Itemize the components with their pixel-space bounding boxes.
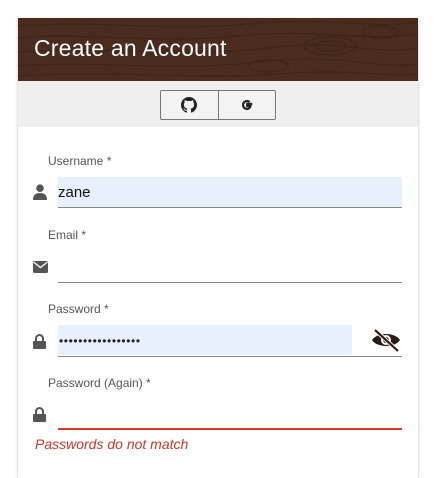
envelope-icon xyxy=(33,261,48,273)
username-label: Username * xyxy=(48,154,112,168)
lock-icon xyxy=(33,407,46,422)
create-account-card: Create an Account Username * zane Email … xyxy=(18,18,418,478)
github-signin-button[interactable] xyxy=(161,91,218,119)
password-label: Password * xyxy=(48,302,109,316)
username-underline xyxy=(58,207,402,208)
google-signin-button[interactable] xyxy=(217,91,276,119)
oauth-button-group xyxy=(160,90,276,120)
user-icon xyxy=(33,184,47,200)
password-underline xyxy=(58,356,402,357)
password-value: ••••••••••••••••• xyxy=(59,334,141,348)
email-label: Email * xyxy=(48,228,87,242)
password-mismatch-error: Passwords do not match xyxy=(35,436,189,452)
oauth-bar xyxy=(18,81,418,127)
email-field[interactable] xyxy=(58,252,402,282)
password-again-field[interactable] xyxy=(58,399,402,429)
google-icon xyxy=(241,99,252,111)
username-value: zane xyxy=(58,184,91,201)
email-underline xyxy=(58,282,402,283)
github-icon xyxy=(181,97,198,113)
username-field[interactable] xyxy=(58,177,402,207)
eye-slash-icon[interactable] xyxy=(370,328,402,352)
password-again-label: Password (Again) * xyxy=(48,376,151,390)
page-title: Create an Account xyxy=(34,35,227,61)
lock-icon xyxy=(33,334,46,349)
card-header: Create an Account xyxy=(18,18,418,81)
password-again-underline xyxy=(58,428,402,430)
